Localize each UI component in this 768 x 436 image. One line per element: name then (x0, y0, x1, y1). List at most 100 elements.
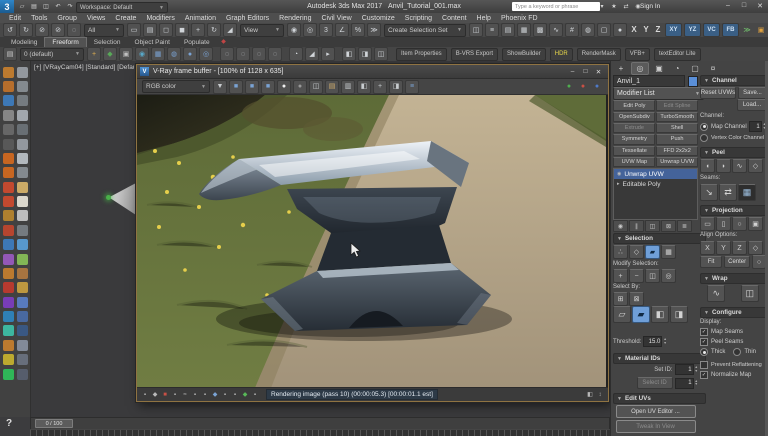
vfb-title-bar[interactable]: V V-Ray frame buffer - [100% of 1128 x 6… (137, 65, 608, 79)
align-axis-icon[interactable]: X (700, 241, 715, 255)
vfb-toolbar-icon[interactable]: ◨ (389, 80, 403, 94)
peel-tool-icon[interactable]: ◗ (716, 159, 731, 173)
map-channel-radio[interactable]: Map Channel 1 ▲▼ (700, 122, 767, 131)
dock-icon[interactable] (17, 153, 28, 164)
set-id-spinner[interactable]: 1 ▲▼ (675, 365, 698, 374)
modifier-button[interactable]: Edit Spline (656, 100, 698, 111)
vfb-maximize-button[interactable]: □ (579, 67, 592, 77)
vfb-toolbar-icon[interactable]: ▼ (213, 80, 227, 94)
toolbar-icon[interactable]: ◼ (175, 23, 189, 37)
modifier-button[interactable]: Edit Poly (613, 100, 655, 111)
dock-icon[interactable] (17, 239, 28, 250)
rollout-peel[interactable]: ▼Peel (700, 147, 768, 158)
close-button[interactable]: ✕ (752, 0, 768, 11)
modify-selection-icon[interactable]: + (613, 269, 628, 283)
vfb-minimize-button[interactable]: – (566, 67, 579, 77)
dock-icon[interactable] (17, 95, 28, 106)
title-icon[interactable]: ▾ (597, 1, 607, 11)
quick-access-icon[interactable]: ▱ (17, 1, 27, 11)
vfb-close-button[interactable]: ✕ (592, 67, 605, 77)
stack-tool-icon[interactable]: ◉ (613, 220, 628, 232)
vfb-status-icon[interactable]: ▪ (231, 390, 240, 399)
toolbar-icon[interactable]: ◉ (135, 47, 149, 61)
quick-access-icon[interactable]: ↶ (53, 1, 63, 11)
toolbar-icon[interactable]: ⊘ (35, 23, 49, 37)
menu-item[interactable]: Animation (180, 15, 221, 22)
dock-icon[interactable] (3, 325, 14, 336)
menu-item[interactable]: Tools (26, 15, 52, 22)
modifier-stack-row[interactable]: ◉ Unwrap UVW (614, 169, 697, 179)
vfb-status-icon[interactable]: ◆ (211, 390, 220, 399)
stack-tool-icon[interactable]: ⊠ (661, 220, 676, 232)
toolbar-icon[interactable]: ⊘ (51, 23, 65, 37)
vfb-status-icon[interactable]: ▪ (201, 390, 210, 399)
snap-toggle-icon[interactable]: % (351, 23, 365, 37)
sign-in-link[interactable]: Sign In (640, 3, 660, 10)
rollout-channel[interactable]: ▼Channel (700, 75, 768, 86)
ribbon-tab[interactable]: Object Paint (128, 37, 177, 47)
script-button[interactable]: VFB+ (625, 48, 650, 61)
toolbar-icon[interactable]: ↻ (207, 23, 221, 37)
select-id-spinner[interactable]: 1 ▲▼ (675, 379, 698, 388)
script-button[interactable]: RenderMask (577, 48, 621, 61)
dock-icon[interactable] (17, 297, 28, 308)
script-button[interactable]: HDR (550, 48, 573, 61)
vfb-indicator-icon[interactable]: ● (563, 81, 575, 93)
script-button[interactable]: textEditor Lite (654, 48, 701, 61)
search-input[interactable]: Type a keyword or phrase (512, 2, 600, 11)
modifier-list-dropdown[interactable]: Modifier List▼ (613, 87, 704, 100)
ribbon-tab[interactable]: Populate (177, 37, 217, 47)
projection-mode-icon[interactable]: ▭ (700, 217, 715, 231)
object-name-field[interactable]: Anvil_1 (613, 75, 685, 87)
toolbar-icon[interactable]: ◌ (67, 23, 81, 37)
dock-icon[interactable] (17, 67, 28, 78)
toolbar-icon[interactable]: ● (613, 23, 627, 37)
select-id-button[interactable]: Select ID (637, 377, 673, 389)
command-panel-tab[interactable]: ▢ (687, 63, 703, 74)
dock-icon[interactable] (17, 340, 28, 351)
toolbar-icon[interactable]: ◎ (199, 47, 213, 61)
dock-icon[interactable] (17, 81, 28, 92)
vfb-rendered-image[interactable] (137, 95, 608, 387)
minimize-button[interactable]: – (720, 0, 736, 11)
subobject-mode-icon[interactable]: ◇ (629, 245, 644, 259)
toolbar-icon[interactable]: ▸ (321, 47, 335, 61)
vfb-toolbar-icon[interactable]: ▤ (325, 80, 339, 94)
viewport-area[interactable]: [+] [VRayCam04] [Standard] [Default Shad… (0, 61, 612, 417)
toolbar-icon[interactable]: ◫ (469, 23, 483, 37)
save-uvws-button[interactable]: Save... (738, 87, 767, 99)
layer-dropdown[interactable]: 0 (default)▼ (20, 48, 84, 61)
toolbar-icon[interactable]: ▢ (597, 23, 611, 37)
vfb-toolbar-icon[interactable]: ■ (229, 80, 243, 94)
vfb-status-icon[interactable]: ■ (161, 390, 170, 399)
vfb-toolbar-icon[interactable]: ◧ (357, 80, 371, 94)
toolbar-icon[interactable]: + (87, 47, 101, 61)
script-button[interactable]: B-VRS Export (451, 48, 498, 61)
dock-icon[interactable] (3, 282, 14, 293)
align-axis-icon[interactable]: ◇ (748, 241, 763, 255)
toolbar-icon[interactable]: ◨ (358, 47, 372, 61)
menu-item[interactable]: Civil View (316, 15, 356, 22)
vfb-toolbar-icon[interactable]: ◫ (309, 80, 323, 94)
vfb-indicator-icon[interactable]: ● (591, 81, 603, 93)
seam-tool-icon[interactable]: ▦ (738, 184, 756, 201)
seam-tool-icon[interactable]: ↘ (700, 184, 718, 201)
subobject-mode-icon[interactable]: ▦ (661, 245, 676, 259)
modifier-button[interactable]: Tessellate (613, 146, 655, 157)
peel-seams-checkbox[interactable]: ✓ Peel Seams (700, 338, 767, 346)
toolbar-icon[interactable]: ▤ (501, 23, 515, 37)
menu-item[interactable]: Customize (357, 15, 400, 22)
fit-button[interactable]: Fit (700, 256, 722, 268)
dock-icon[interactable] (3, 369, 14, 380)
dock-icon[interactable] (3, 81, 14, 92)
menu-item[interactable]: Group (52, 15, 81, 22)
modifier-button[interactable]: Extrude (613, 123, 655, 134)
dock-icon[interactable] (3, 354, 14, 365)
modifier-button[interactable]: UVW Map (613, 157, 655, 168)
reference-coordinate-dropdown[interactable]: View▼ (240, 24, 284, 37)
dock-icon[interactable] (17, 110, 28, 121)
rollout-edit-uvs[interactable]: ▼Edit UVs (613, 393, 706, 404)
menu-item[interactable]: Modifiers (141, 15, 179, 22)
seam-tool-icon[interactable]: ⇄ (719, 184, 737, 201)
modifier-button[interactable]: Shell (656, 123, 698, 134)
